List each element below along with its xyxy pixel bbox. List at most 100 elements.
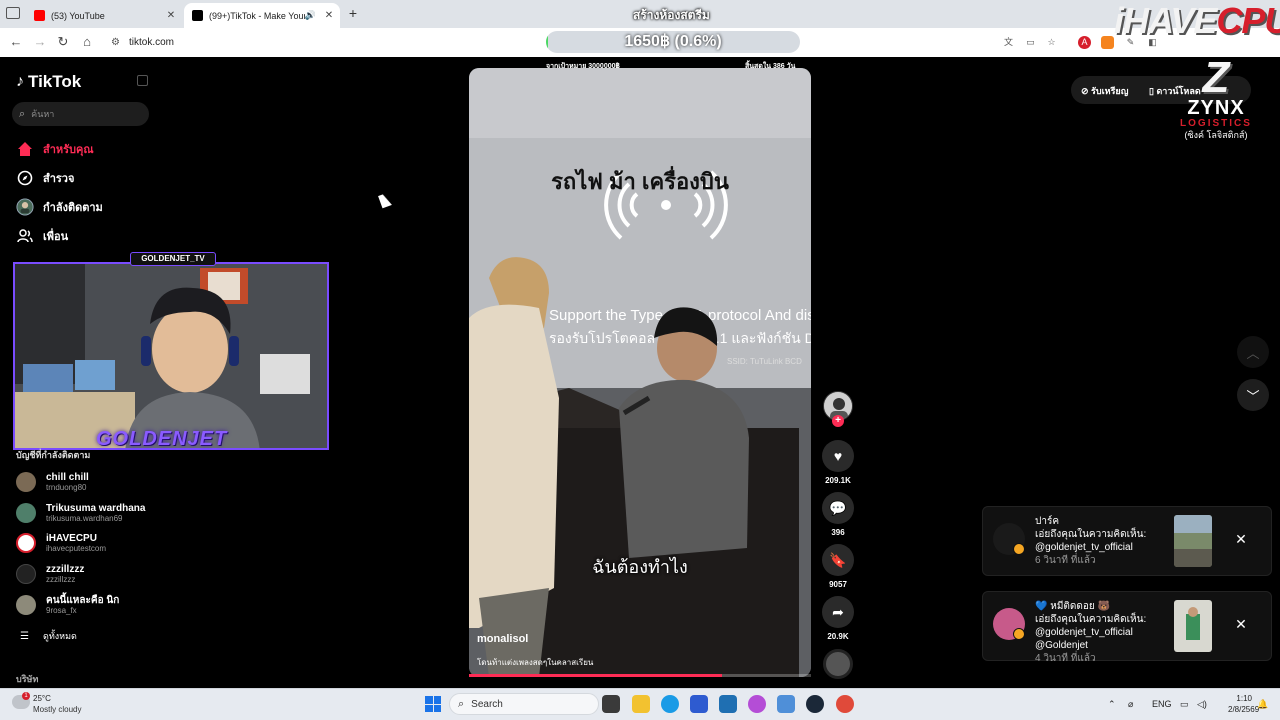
account-item[interactable]: zzzillzzz zzzillzzz — [16, 562, 84, 586]
tab-tiktok[interactable]: (99+)TikTok - Make Your Da 🔊 ✕ — [184, 3, 340, 28]
chevron-up-icon[interactable]: ⌃ — [1108, 699, 1116, 710]
chrome-icon[interactable] — [836, 695, 854, 713]
donation-goal-bar: 1650฿ (0.6%) — [546, 31, 800, 53]
get-coins-button[interactable]: ⊘ รับเหรียญ — [1081, 84, 1128, 98]
steam-icon[interactable] — [806, 695, 824, 713]
save-count: 9057 — [829, 580, 847, 589]
copilot-icon[interactable] — [748, 695, 766, 713]
system-clock[interactable]: 1:10 2/8/2569 — [1228, 693, 1259, 715]
search-bar[interactable]: ⌕ — [12, 102, 149, 126]
account-item[interactable]: คนนี้แหละคือ นิก 9rosa_fx — [16, 593, 119, 617]
cast-icon[interactable]: ▭ — [1024, 36, 1037, 49]
close-icon[interactable]: ✕ — [164, 10, 178, 21]
tab-youtube[interactable]: (53) YouTube ✕ — [26, 3, 182, 28]
weather-temperature[interactable]: 25°C — [33, 694, 51, 703]
close-icon[interactable]: ✕ — [322, 10, 336, 21]
file-explorer-icon[interactable] — [632, 695, 650, 713]
bluetooth-icon[interactable]: ⌀ — [1128, 699, 1133, 710]
mention-notification[interactable]: 💙 หมีติดดอย 🐻 เอ่ยถึงคุณในความคิดเห็น: @… — [982, 591, 1272, 664]
notification-message: เอ่ยถึงคุณในความคิดเห็น: @goldenjet_tv_o… — [1035, 529, 1147, 553]
nav-label: สำหรับคุณ — [43, 144, 94, 156]
video-description: โดนท้าแต่งเพลงสดๆในคลาสเรียน — [477, 658, 594, 667]
translate-icon[interactable]: 文 — [1002, 36, 1015, 49]
account-item[interactable]: chill chill trnduong80 — [16, 470, 89, 494]
site-info-icon[interactable]: ⚙ — [111, 37, 120, 48]
address-bar[interactable]: tiktok.com — [129, 37, 174, 48]
mention-notification[interactable]: ปาร์ค เอ่ยถึงคุณในความคิดเห็น: @goldenje… — [982, 506, 1272, 576]
nav-label: เพื่อน — [43, 231, 69, 243]
account-item[interactable]: Trikusuma wardhana trikusuma.wardhan69 — [16, 501, 145, 525]
speaker-icon[interactable]: 🔊 — [305, 10, 316, 21]
volume-icon[interactable]: ◁) — [1197, 699, 1207, 710]
notification-time: 4 วินาที ที่แล้ว — [1035, 653, 1096, 664]
edge-icon[interactable] — [661, 695, 679, 713]
next-video-button[interactable]: ﹀ — [1237, 379, 1269, 411]
heart-icon: ♥ — [833, 448, 843, 464]
search-icon: ⌕ — [458, 697, 465, 710]
comment-count: 396 — [831, 528, 845, 537]
network-icon[interactable]: ▭ — [1180, 699, 1189, 710]
zynx-mark: Z — [1202, 53, 1230, 102]
video-player[interactable]: Support the Type-C 3.1 protocol And dis … — [469, 68, 811, 677]
new-tab-button[interactable]: + — [344, 5, 362, 21]
comment-button[interactable]: 💬 — [822, 492, 854, 524]
vscode-icon[interactable] — [690, 695, 708, 713]
account-name: zzzillzzz — [46, 563, 85, 575]
compass-icon — [16, 169, 34, 187]
reload-icon[interactable]: ↻ — [55, 34, 71, 50]
stream-room-title: สร้างห้องสตรีม — [633, 8, 710, 22]
video-author[interactable]: monalisol — [477, 633, 528, 645]
screen-text-3: SSID: TuTuLink BCD — [727, 357, 802, 366]
webcam-scene — [15, 264, 327, 448]
music-disc-icon[interactable] — [823, 649, 853, 679]
like-count: 209.1K — [825, 476, 851, 485]
notification-thumbnail — [1174, 600, 1212, 652]
get-coins-label: รับเหรียญ — [1091, 86, 1129, 96]
nav-for-you[interactable]: สำหรับคุณ — [16, 139, 94, 159]
video-frame: Support the Type-C 3.1 protocol And dis … — [469, 68, 811, 677]
task-view-icon[interactable] — [602, 695, 620, 713]
home-icon — [16, 140, 34, 158]
follow-plus-button[interactable]: + — [832, 415, 844, 427]
notification-bell-icon[interactable]: 🔔 — [1257, 699, 1268, 710]
mail-icon[interactable] — [777, 695, 795, 713]
home-icon[interactable]: ⌂ — [79, 34, 95, 50]
nav-explore[interactable]: สำรวจ — [16, 168, 74, 188]
nav-label: กำลังติดตาม — [43, 202, 103, 214]
tab-title: (99+)TikTok - Make Your Da — [209, 10, 305, 21]
video-subtitle: ฉันต้องทำไง — [592, 557, 688, 577]
previous-video-button[interactable]: ︿ — [1237, 336, 1269, 368]
mouse-cursor — [378, 192, 392, 209]
forward-icon[interactable]: → — [32, 34, 48, 50]
sidebar-collapse-icon[interactable] — [137, 75, 148, 86]
metamask-icon[interactable] — [1101, 36, 1114, 49]
store-icon[interactable] — [719, 695, 737, 713]
video-progress-fill — [469, 674, 723, 677]
weather-condition[interactable]: Mostly cloudy — [33, 705, 81, 714]
save-button[interactable]: 🔖 — [822, 544, 854, 576]
company-section-title: บริษัท — [16, 674, 39, 684]
see-all-button[interactable]: ☰ ดูทั้งหมด — [20, 629, 77, 643]
close-icon[interactable]: ✕ — [1233, 531, 1249, 547]
like-button[interactable]: ♥ — [822, 440, 854, 472]
back-icon[interactable]: ← — [8, 34, 24, 50]
share-button[interactable]: ➦ — [822, 596, 854, 628]
taskbar-search[interactable]: ⌕ Search — [449, 693, 599, 715]
video-progress-bar[interactable] — [469, 674, 811, 677]
tab-search-icon[interactable] — [6, 7, 20, 19]
account-item[interactable]: iHAVECPU ihavecputestcom — [16, 531, 106, 555]
close-icon[interactable]: ✕ — [1233, 616, 1249, 632]
nav-following[interactable]: กำลังติดตาม — [16, 197, 103, 217]
goal-amount: 1650฿ (0.6%) — [624, 33, 722, 50]
search-input[interactable] — [31, 109, 132, 119]
language-indicator[interactable]: ENG — [1152, 699, 1172, 709]
account-handle: ihavecputestcom — [46, 543, 107, 553]
adblock-icon[interactable]: A — [1078, 36, 1091, 49]
windows-start-icon[interactable] — [425, 696, 441, 712]
bookmark-star-icon[interactable]: ☆ — [1045, 36, 1058, 49]
nav-friends[interactable]: เพื่อน — [16, 226, 68, 246]
notification-user: ปาร์ค — [1035, 516, 1060, 527]
account-handle: trnduong80 — [46, 482, 87, 492]
account-name: คนนี้แหละคือ นิก — [46, 594, 120, 606]
tiktok-logo[interactable]: ♪ TikTok — [16, 72, 81, 92]
